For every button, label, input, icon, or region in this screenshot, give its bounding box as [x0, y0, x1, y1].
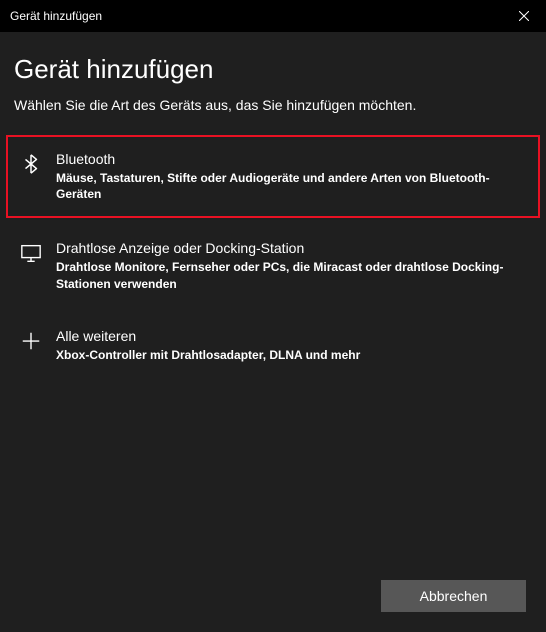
dialog-content: Gerät hinzufügen Wählen Sie die Art des …	[0, 32, 546, 377]
option-wireless-display[interactable]: Drahtlose Anzeige oder Docking-Station D…	[14, 226, 532, 305]
close-icon	[519, 11, 529, 21]
option-title: Alle weiteren	[56, 328, 526, 344]
option-bluetooth[interactable]: Bluetooth Mäuse, Tastaturen, Stifte oder…	[6, 135, 540, 218]
option-title: Drahtlose Anzeige oder Docking-Station	[56, 240, 526, 256]
close-button[interactable]	[501, 0, 546, 32]
option-description: Xbox-Controller mit Drahtlosadapter, DLN…	[56, 347, 526, 363]
option-text: Alle weiteren Xbox-Controller mit Drahtl…	[56, 328, 526, 363]
bluetooth-icon	[20, 153, 42, 175]
option-description: Mäuse, Tastaturen, Stifte oder Audiogerä…	[56, 170, 526, 202]
titlebar: Gerät hinzufügen	[0, 0, 546, 32]
titlebar-title: Gerät hinzufügen	[10, 9, 102, 23]
option-text: Drahtlose Anzeige oder Docking-Station D…	[56, 240, 526, 291]
cancel-button[interactable]: Abbrechen	[381, 580, 526, 612]
option-text: Bluetooth Mäuse, Tastaturen, Stifte oder…	[56, 151, 526, 202]
dialog-title: Gerät hinzufügen	[14, 54, 532, 85]
option-description: Drahtlose Monitore, Fernseher oder PCs, …	[56, 259, 526, 291]
plus-icon	[20, 330, 42, 352]
dialog-footer: Abbrechen	[381, 580, 526, 612]
monitor-icon	[20, 242, 42, 264]
option-title: Bluetooth	[56, 151, 526, 167]
option-everything-else[interactable]: Alle weiteren Xbox-Controller mit Drahtl…	[14, 314, 532, 377]
dialog-subtitle: Wählen Sie die Art des Geräts aus, das S…	[14, 97, 532, 113]
